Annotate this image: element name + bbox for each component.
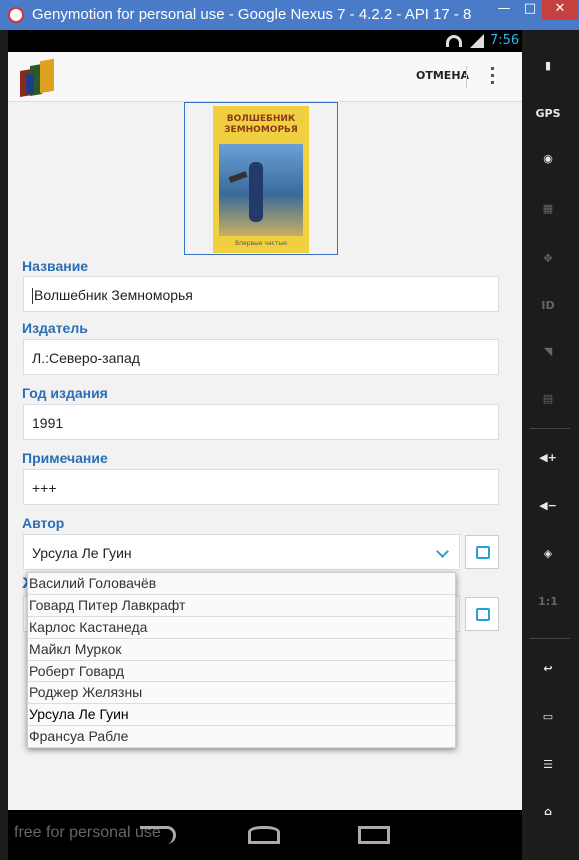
dropdown-item[interactable]: Говард Питер Лавкрафт bbox=[28, 595, 455, 617]
name-field[interactable]: Волшебник Земноморья bbox=[23, 276, 499, 312]
edit-icon bbox=[476, 546, 490, 559]
cover-subtitle: Впервые частью bbox=[234, 240, 287, 247]
device-id-icon[interactable]: ID bbox=[534, 292, 562, 320]
signal-icon bbox=[470, 34, 484, 48]
year-label: Год издания bbox=[22, 385, 108, 401]
toolbar-divider bbox=[530, 428, 570, 429]
status-time: 7:56 bbox=[490, 33, 520, 48]
volume-down-icon[interactable]: ◀− bbox=[534, 492, 562, 520]
note-label: Примечание bbox=[22, 450, 108, 466]
dropdown-item[interactable]: Василий Головачёв bbox=[28, 573, 455, 595]
watermark-text: free for personal use bbox=[14, 824, 161, 841]
battery-icon[interactable]: ▮ bbox=[534, 52, 562, 80]
edit-icon bbox=[476, 608, 490, 621]
wizard-figure bbox=[249, 162, 263, 222]
actionbar-divider bbox=[466, 66, 467, 88]
genymotion-icon bbox=[8, 7, 24, 23]
home-icon[interactable] bbox=[248, 826, 280, 844]
dpad-icon[interactable]: ✥ bbox=[534, 245, 562, 273]
cancel-button[interactable]: ОТМЕНА bbox=[416, 69, 469, 82]
window-titlebar: Genymotion for personal use - Google Nex… bbox=[0, 0, 579, 30]
book-cover-image[interactable]: ВОЛШЕБНИК ЗЕМНОМОРЬЯ Впервые частью bbox=[184, 102, 338, 255]
action-bar: ОТМЕНА bbox=[8, 52, 522, 102]
name-value: Волшебник Земноморья bbox=[34, 287, 193, 303]
note-field[interactable]: +++ bbox=[23, 469, 499, 505]
edit-author-button[interactable] bbox=[465, 535, 499, 569]
back-icon[interactable]: ↩ bbox=[534, 655, 562, 683]
bird-figure bbox=[228, 171, 248, 183]
edit-genre-button[interactable] bbox=[465, 597, 499, 631]
dropdown-item-selected[interactable]: Урсула Ле Гуин bbox=[28, 704, 455, 727]
author-label: Автор bbox=[22, 515, 65, 531]
pixel-perfect-icon[interactable]: 1:1 bbox=[534, 588, 562, 616]
year-field[interactable]: 1991 bbox=[23, 404, 499, 440]
emulator-window: Genymotion for personal use - Google Nex… bbox=[0, 0, 579, 860]
capture-icon[interactable]: ▦ bbox=[534, 195, 562, 223]
close-button[interactable]: ✕ bbox=[542, 0, 578, 20]
network-icon[interactable]: ◥ bbox=[534, 338, 562, 366]
publisher-field[interactable]: Л.:Северо-запад bbox=[23, 339, 499, 375]
author-value: Урсула Ле Гуин bbox=[32, 545, 132, 561]
books-app-icon[interactable] bbox=[20, 58, 60, 98]
genymotion-toolbar: ▮ GPS ◉ ▦ ✥ ID ◥ ▤ ◀+ ◀− ◈ 1:1 ↩ ▭ ☰ ⌂ bbox=[522, 30, 579, 860]
dropdown-item[interactable]: Майкл Муркок bbox=[28, 639, 455, 661]
camera-icon[interactable]: ◉ bbox=[534, 145, 562, 173]
author-spinner[interactable]: Урсула Ле Гуин bbox=[23, 534, 460, 570]
wifi-icon bbox=[446, 35, 462, 47]
home-icon[interactable]: ⌂ bbox=[534, 798, 562, 826]
menu-icon[interactable]: ☰ bbox=[534, 751, 562, 779]
volume-up-icon[interactable]: ◀+ bbox=[534, 444, 562, 472]
device-screen: 7:56 ОТМЕНА ВОЛШЕБНИК ЗЕМНОМОРЬЯ Впервые… bbox=[8, 30, 522, 860]
minimize-button[interactable]: — bbox=[490, 0, 518, 20]
android-nav-bar: free for personal use bbox=[8, 810, 522, 860]
cover-illustration bbox=[219, 144, 303, 236]
back-icon[interactable] bbox=[140, 826, 176, 844]
dropdown-item[interactable]: Франсуа Рабле bbox=[28, 726, 455, 749]
author-dropdown-list: Василий Головачёв Говард Питер Лавкрафт … bbox=[27, 572, 456, 749]
overflow-menu-icon[interactable] bbox=[491, 67, 495, 87]
recent-apps-icon[interactable] bbox=[358, 826, 390, 844]
recent-apps-icon[interactable]: ▭ bbox=[534, 703, 562, 731]
dropdown-item[interactable]: Роберт Говард bbox=[28, 661, 455, 683]
book-cover: ВОЛШЕБНИК ЗЕМНОМОРЬЯ Впервые частью bbox=[213, 106, 309, 253]
cover-title: ВОЛШЕБНИК ЗЕМНОМОРЬЯ bbox=[224, 114, 298, 135]
dropdown-item[interactable]: Роджер Желязны bbox=[28, 682, 455, 705]
status-bar: 7:56 bbox=[8, 30, 522, 52]
toolbar-divider bbox=[530, 638, 570, 639]
sms-icon[interactable]: ▤ bbox=[534, 385, 562, 413]
chevron-down-icon bbox=[436, 545, 449, 558]
gps-icon[interactable]: GPS bbox=[534, 100, 562, 128]
name-label: Название bbox=[22, 258, 89, 274]
dropdown-item[interactable]: Карлос Кастанеда bbox=[28, 617, 455, 639]
maximize-button[interactable]: □ bbox=[516, 0, 544, 20]
rotate-icon[interactable]: ◈ bbox=[534, 540, 562, 568]
publisher-label: Издатель bbox=[22, 320, 88, 336]
text-cursor bbox=[32, 288, 33, 305]
window-title: Genymotion for personal use - Google Nex… bbox=[32, 6, 472, 23]
